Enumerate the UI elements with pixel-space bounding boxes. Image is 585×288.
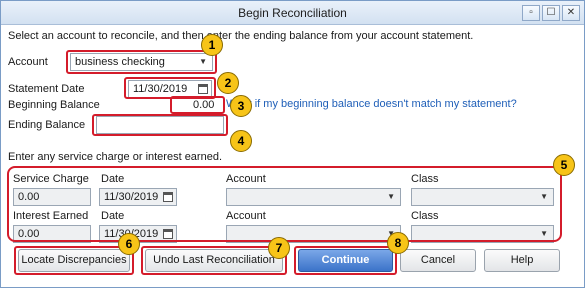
callout-box-continue <box>294 246 397 275</box>
callout-badge-7: 7 <box>268 237 290 259</box>
title-bar: Begin Reconciliation ▫ ☐ ✕ <box>1 1 584 25</box>
callout-badge-5: 5 <box>553 154 575 176</box>
callout-box-account <box>66 50 217 74</box>
callout-badge-8: 8 <box>387 232 409 254</box>
callout-badge-6: 6 <box>118 233 140 255</box>
instructions-text: Select an account to reconcile, and then… <box>8 30 474 42</box>
callout-box-service-section <box>7 166 562 242</box>
callout-box-undo <box>141 246 287 275</box>
account-label: Account <box>8 56 48 68</box>
begin-reconciliation-window: Begin Reconciliation ▫ ☐ ✕ <box>0 0 585 288</box>
cancel-button[interactable]: Cancel <box>400 249 476 272</box>
callout-box-ending-balance <box>92 114 228 136</box>
close-icon[interactable]: ✕ <box>562 5 580 21</box>
callout-box-locate <box>14 246 134 275</box>
beginning-balance-help-link[interactable]: What if my beginning balance doesn't mat… <box>226 98 517 110</box>
service-section-heading: Enter any service charge or interest ear… <box>8 151 223 163</box>
statement-date-label: Statement Date <box>8 83 85 95</box>
callout-badge-4: 4 <box>230 130 252 152</box>
callout-badge-3: 3 <box>230 95 252 117</box>
window-controls: ▫ ☐ ✕ <box>522 5 580 21</box>
callout-box-beginning-balance <box>170 96 225 114</box>
window-title: Begin Reconciliation <box>238 6 347 20</box>
ending-balance-label: Ending Balance <box>8 119 86 131</box>
minimize-icon[interactable]: ▫ <box>522 5 540 21</box>
callout-badge-1: 1 <box>201 34 223 56</box>
callout-badge-2: 2 <box>217 72 239 94</box>
help-button[interactable]: Help <box>484 249 560 272</box>
beginning-balance-label: Beginning Balance <box>8 99 100 111</box>
maximize-icon[interactable]: ☐ <box>542 5 560 21</box>
